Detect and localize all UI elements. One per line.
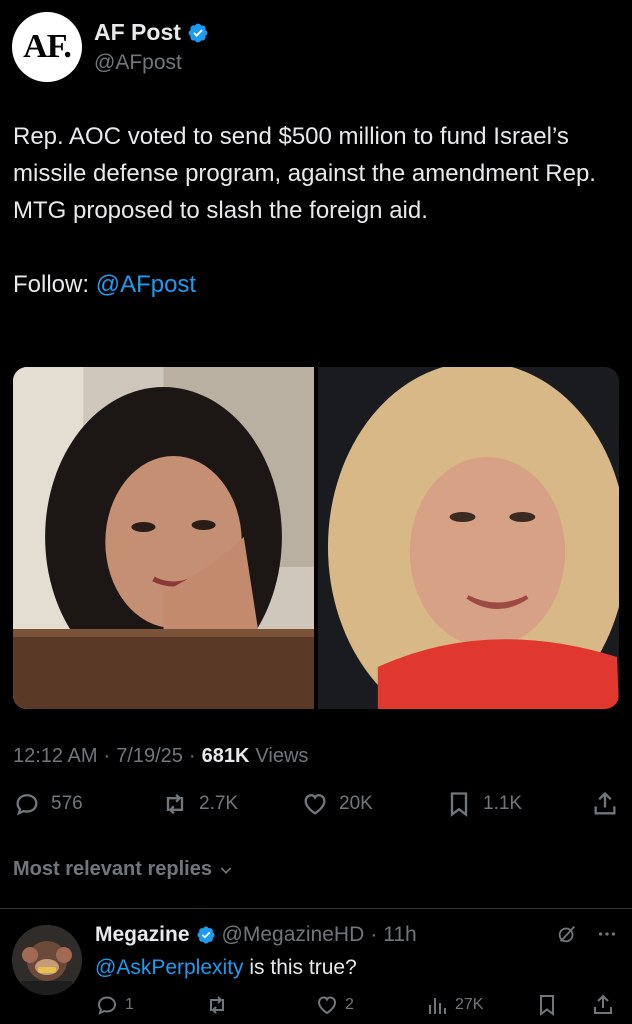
tweet-header: AF. AF Post @AFpost bbox=[12, 12, 620, 82]
reply-icon bbox=[16, 794, 38, 816]
reply-mention-link[interactable]: @AskPerplexity bbox=[95, 956, 244, 979]
photo-left-illustration bbox=[13, 367, 314, 709]
tweet-body: Rep. AOC voted to send $500 million to f… bbox=[13, 123, 596, 224]
reply-avatar-illustration bbox=[12, 925, 82, 995]
reply-icon bbox=[97, 996, 117, 1015]
bookmark-icon bbox=[450, 792, 468, 817]
reply-share-button[interactable] bbox=[591, 993, 615, 1017]
like-button[interactable]: 20K bbox=[301, 790, 373, 818]
author-avatar[interactable]: AF. bbox=[12, 12, 82, 82]
replies-sort-label: Most relevant replies bbox=[13, 858, 212, 880]
replies-sort-dropdown[interactable]: Most relevant replies bbox=[13, 858, 234, 881]
tweet-meta: 12:12 AM · 7/19/25 · 681K Views bbox=[13, 745, 308, 768]
bookmark-count: 1.1K bbox=[483, 793, 523, 814]
like-count: 20K bbox=[339, 793, 373, 814]
reply-avatar[interactable] bbox=[12, 925, 82, 995]
reply-count: 576 bbox=[51, 793, 83, 814]
author-name-row: AF Post bbox=[94, 19, 209, 46]
meta-separator: · bbox=[188, 745, 196, 767]
reply-views-count: 27K bbox=[455, 996, 484, 1013]
share-button[interactable] bbox=[591, 790, 619, 818]
reply-views-button[interactable]: 27K bbox=[425, 993, 483, 1017]
tweet-date[interactable]: 7/19/25 bbox=[116, 745, 183, 768]
views-label: Views bbox=[255, 745, 309, 767]
bookmark-icon bbox=[540, 995, 554, 1016]
more-icon[interactable] bbox=[596, 923, 618, 945]
reply-item[interactable]: Megazine @MegazineHD · 11h @AskPerplexit… bbox=[0, 909, 632, 1024]
reply-reply-button[interactable]: 1 bbox=[95, 993, 134, 1017]
chevron-down-icon bbox=[220, 866, 232, 874]
reply-bookmark-button[interactable] bbox=[535, 993, 559, 1017]
reply-handle[interactable]: @MegazineHD bbox=[222, 923, 365, 947]
repost-count: 2.7K bbox=[199, 793, 239, 814]
reply-text: @AskPerplexity is this true? bbox=[95, 956, 357, 980]
verified-badge-icon bbox=[196, 926, 215, 944]
reply-like-count: 2 bbox=[345, 996, 354, 1013]
tweet-media[interactable] bbox=[13, 367, 619, 709]
grok-icon[interactable] bbox=[556, 923, 578, 945]
tweet-actions: 576 2.7K 20K 1.1K bbox=[13, 790, 619, 826]
reply-repost-button[interactable] bbox=[205, 993, 229, 1017]
reply-display-name[interactable]: Megazine bbox=[95, 923, 190, 947]
tweet-time[interactable]: 12:12 AM bbox=[13, 745, 98, 768]
reply-header: Megazine @MegazineHD · 11h bbox=[95, 923, 417, 947]
reply-reply-count: 1 bbox=[125, 996, 134, 1013]
meta-separator: · bbox=[370, 923, 378, 946]
photo-right-illustration bbox=[318, 367, 619, 709]
like-icon bbox=[304, 794, 326, 815]
reply-like-button[interactable]: 2 bbox=[315, 993, 354, 1017]
meta-separator: · bbox=[103, 745, 111, 767]
photo-right[interactable] bbox=[318, 367, 619, 709]
views-icon bbox=[429, 998, 446, 1014]
reply-time[interactable]: 11h bbox=[383, 923, 416, 947]
reply-top-icons bbox=[556, 923, 618, 945]
author-handle[interactable]: @AFpost bbox=[94, 51, 182, 75]
photo-left[interactable] bbox=[13, 367, 314, 709]
views-count: 681K bbox=[201, 745, 250, 767]
repost-icon bbox=[166, 793, 184, 815]
reply-body: is this true? bbox=[243, 956, 357, 979]
follow-mention-link[interactable]: @AFpost bbox=[96, 271, 196, 298]
share-icon bbox=[594, 791, 616, 815]
follow-label: Follow: bbox=[13, 271, 90, 298]
bookmark-button[interactable]: 1.1K bbox=[445, 790, 522, 818]
reply-actions: 1 2 27K bbox=[95, 993, 615, 1019]
repost-button[interactable]: 2.7K bbox=[161, 790, 238, 818]
share-icon bbox=[594, 994, 612, 1014]
like-icon bbox=[317, 996, 337, 1015]
verified-badge-icon bbox=[188, 23, 208, 42]
author-display-name[interactable]: AF Post bbox=[94, 19, 181, 46]
reply-button[interactable]: 576 bbox=[13, 790, 83, 818]
repost-icon bbox=[210, 996, 224, 1014]
tweet-text: Rep. AOC voted to send $500 million to f… bbox=[13, 118, 613, 303]
